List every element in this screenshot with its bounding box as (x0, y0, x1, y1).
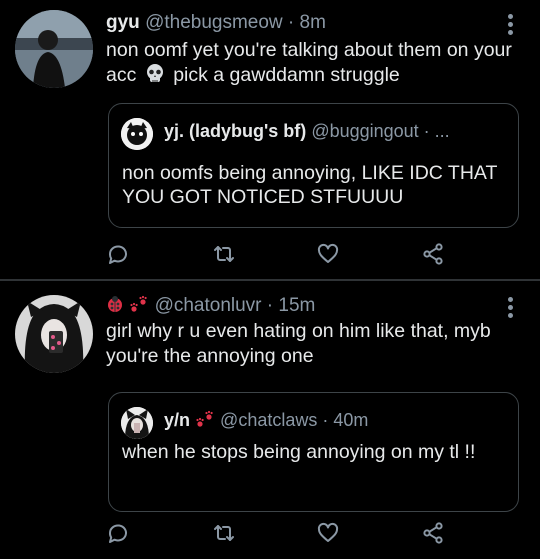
like-icon[interactable] (316, 521, 340, 545)
quote-header: yj. (ladybug's bf) @buggingout · ... (164, 121, 450, 142)
paw-prints-emoji-icon (129, 295, 149, 319)
retweet-icon[interactable] (212, 242, 236, 266)
quote-handle-time: @buggingout · ... (311, 121, 450, 141)
quote-display-name[interactable]: y/n (164, 410, 190, 430)
retweet-icon[interactable] (212, 521, 236, 545)
more-options-icon[interactable] (508, 297, 514, 321)
skull-emoji-icon (146, 64, 163, 82)
quote-text: when he stops being annoying on my tl !! (122, 441, 476, 463)
display-name[interactable]: gyu (106, 12, 140, 33)
handle-time: @thebugsmeow · 8m (145, 12, 326, 33)
tweet-actions (106, 242, 516, 270)
share-icon[interactable] (421, 521, 445, 545)
tweet-text: non oomf yet you're talking about them o… (106, 39, 512, 86)
tweet-header: gyu @thebugsmeow · 8m (106, 12, 326, 34)
quote-header: y/n @chatclaws · 40m (164, 410, 368, 433)
tweet-text: girl why r u even hating on him like tha… (106, 320, 491, 367)
avatar[interactable] (15, 10, 93, 88)
tweet-actions (106, 521, 516, 549)
quote-avatar[interactable] (121, 407, 153, 439)
tweet[interactable]: gyu @thebugsmeow · 8m non oomf yet you'r… (0, 0, 540, 279)
quote-handle-time: @chatclaws · 40m (220, 410, 369, 430)
avatar[interactable] (15, 295, 93, 373)
quoted-tweet[interactable]: yj. (ladybug's bf) @buggingout · ... non… (108, 103, 519, 228)
more-options-icon[interactable] (508, 14, 514, 38)
paw-prints-emoji-icon (195, 410, 215, 433)
like-icon[interactable] (316, 242, 340, 266)
handle-time: @chatonluvr · 15m (154, 295, 316, 316)
reply-icon[interactable] (106, 521, 130, 545)
tweet-header: @chatonluvr · 15m (106, 295, 315, 319)
reply-icon[interactable] (106, 242, 130, 266)
ladybug-emoji-icon (106, 295, 124, 319)
share-icon[interactable] (421, 242, 445, 266)
quote-display-name[interactable]: yj. (ladybug's bf) (164, 121, 306, 141)
tweet[interactable]: @chatonluvr · 15m girl why r u even hati… (0, 281, 540, 559)
quote-avatar[interactable] (121, 118, 153, 150)
quote-text: non oomfs being annoying, LIKE IDC THAT … (122, 162, 498, 208)
quoted-tweet[interactable]: y/n @chatclaws · 40m when he stops being… (108, 392, 519, 512)
